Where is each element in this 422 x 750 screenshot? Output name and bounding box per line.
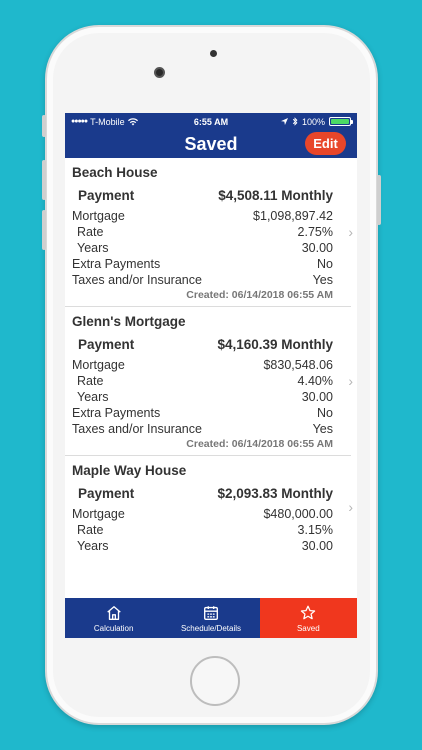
created-timestamp: Created: 06/14/2018 06:55 AM xyxy=(186,438,333,450)
extra-payments-value: No xyxy=(317,406,333,420)
edit-button[interactable]: Edit xyxy=(305,132,346,155)
rate-row: Rate 4.40% xyxy=(72,373,345,389)
volume-down-button xyxy=(42,210,46,250)
years-label: Years xyxy=(77,539,109,553)
star-icon xyxy=(301,605,316,619)
payment-label: Payment xyxy=(78,485,135,501)
mortgage-value: $830,548.06 xyxy=(263,358,333,372)
payment-value: $4,160.39 Monthly xyxy=(217,336,333,352)
years-value: 30.00 xyxy=(301,539,333,553)
taxes-label: Taxes and/or Insurance xyxy=(72,422,202,436)
wifi-icon xyxy=(127,117,138,125)
extra-payments-row: Extra Payments No xyxy=(72,256,345,272)
tab-label: Calculation xyxy=(93,623,134,633)
rate-row: Rate 2.75% xyxy=(72,224,345,240)
app-screen: ●●●●● T-Mobile 6:55 AM 100% Saved Edit B… xyxy=(65,113,357,638)
rate-label: Rate xyxy=(77,374,104,388)
years-label: Years xyxy=(77,241,109,255)
mortgage-row: Mortgage $1,098,897.42 xyxy=(72,208,345,224)
mortgage-row: Mortgage $480,000.00 xyxy=(72,506,345,522)
taxes-row: Taxes and/or Insurance Yes xyxy=(72,272,345,288)
taxes-value: Yes xyxy=(312,273,333,287)
payment-label: Payment xyxy=(78,336,135,352)
item-title: Maple Way House xyxy=(72,463,187,478)
payment-label: Payment xyxy=(78,187,135,203)
battery-icon xyxy=(329,117,353,126)
tab-calculation[interactable]: Calculation xyxy=(65,598,162,638)
extra-payments-row: Extra Payments No xyxy=(72,405,345,421)
rate-label: Rate xyxy=(77,225,104,239)
home-button[interactable] xyxy=(190,656,240,706)
years-row: Years 30.00 xyxy=(72,389,345,405)
rate-label: Rate xyxy=(77,523,104,537)
tab-bar: Calculation Schedule/Details Saved xyxy=(65,598,357,638)
mortgage-value: $1,098,897.42 xyxy=(253,209,333,223)
taxes-value: Yes xyxy=(312,422,333,436)
tab-label: Schedule/Details xyxy=(180,623,242,633)
mortgage-label: Mortgage xyxy=(72,507,125,521)
chevron-right-icon: › xyxy=(348,373,353,389)
chevron-right-icon: › xyxy=(348,499,353,515)
home-icon xyxy=(106,605,121,620)
list-item[interactable]: Beach House Payment $4,508.11 Monthly Mo… xyxy=(65,158,353,307)
power-button xyxy=(377,175,381,225)
mortgage-label: Mortgage xyxy=(72,209,125,223)
chevron-right-icon: › xyxy=(348,224,353,240)
calendar-icon xyxy=(204,605,218,620)
list-item[interactable]: Maple Way House Payment $2,093.83 Monthl… xyxy=(65,456,353,558)
bluetooth-icon xyxy=(292,117,298,126)
front-camera xyxy=(154,67,165,78)
nav-bar: Saved Edit xyxy=(65,130,357,158)
taxes-row: Taxes and/or Insurance Yes xyxy=(72,421,345,437)
battery-percent: 100% xyxy=(301,116,325,127)
earpiece-speaker xyxy=(210,50,217,57)
mortgage-row: Mortgage $830,548.06 xyxy=(72,357,345,373)
item-title: Glenn's Mortgage xyxy=(72,314,186,329)
extra-payments-value: No xyxy=(317,257,333,271)
mortgage-label: Mortgage xyxy=(72,358,125,372)
carrier-label: T-Mobile xyxy=(90,116,125,127)
tab-saved[interactable]: Saved xyxy=(259,598,357,638)
status-bar: ●●●●● T-Mobile 6:55 AM 100% xyxy=(65,113,357,130)
mortgage-value: $480,000.00 xyxy=(263,507,333,521)
payment-value: $4,508.11 Monthly xyxy=(218,187,333,203)
taxes-label: Taxes and/or Insurance xyxy=(72,273,202,287)
location-icon xyxy=(280,118,288,125)
years-value: 30.00 xyxy=(301,390,333,404)
signal-icon: ●●●●● xyxy=(71,118,88,125)
item-title: Beach House xyxy=(72,165,158,180)
tab-schedule-details[interactable]: Schedule/Details xyxy=(162,598,259,638)
rate-value: 4.40% xyxy=(297,374,333,388)
tab-label: Saved xyxy=(296,623,320,633)
payment-value: $2,093.83 Monthly xyxy=(217,485,333,501)
years-row: Years 30.00 xyxy=(72,240,345,256)
extra-payments-label: Extra Payments xyxy=(72,406,161,420)
created-timestamp: Created: 06/14/2018 06:55 AM xyxy=(186,289,333,301)
mute-switch xyxy=(42,115,46,137)
saved-list: Beach House Payment $4,508.11 Monthly Mo… xyxy=(65,158,357,598)
payment-row: Payment $4,160.39 Monthly xyxy=(72,331,345,357)
years-label: Years xyxy=(77,390,109,404)
payment-row: Payment $4,508.11 Monthly xyxy=(72,182,345,208)
list-item[interactable]: Glenn's Mortgage Payment $4,160.39 Month… xyxy=(65,307,353,456)
years-row: Years 30.00 xyxy=(72,538,345,554)
volume-up-button xyxy=(42,160,46,200)
page-title: Saved xyxy=(184,133,238,154)
rate-value: 2.75% xyxy=(297,225,333,239)
rate-value: 3.15% xyxy=(297,523,333,537)
rate-row: Rate 3.15% xyxy=(72,522,345,538)
payment-row: Payment $2,093.83 Monthly xyxy=(72,480,345,506)
years-value: 30.00 xyxy=(301,241,333,255)
extra-payments-label: Extra Payments xyxy=(72,257,161,271)
